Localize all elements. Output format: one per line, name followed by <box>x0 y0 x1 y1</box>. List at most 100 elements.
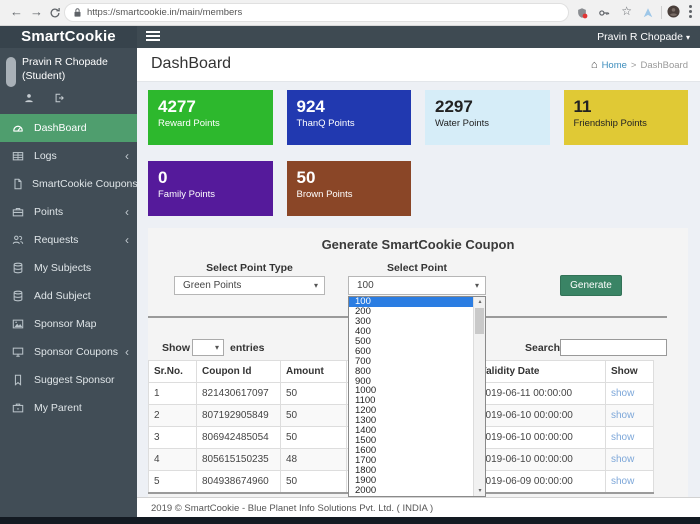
browser-forward-icon[interactable]: → <box>30 3 43 21</box>
sign-out-icon[interactable] <box>54 90 64 108</box>
sidebar-item-add-subject[interactable]: Add Subject <box>0 282 137 310</box>
sidebar-item-label: My Subjects <box>34 262 129 274</box>
dropdown-option[interactable]: 2000 <box>349 486 473 496</box>
user-dropdown[interactable]: Pravin R Chopade▾ <box>597 26 690 48</box>
monitor-icon <box>12 346 26 358</box>
bookmark-icon <box>12 374 26 386</box>
show-link[interactable]: show <box>611 388 634 399</box>
dropdown-scrollbar[interactable]: ▴ ▾ <box>473 297 485 496</box>
main-content: DashBoard ⌂ Home > DashBoard 4277Reward … <box>137 48 700 517</box>
breadcrumb-separator: > <box>631 60 637 71</box>
key-icon[interactable] <box>598 6 610 24</box>
browser-menu-icon[interactable] <box>689 5 692 20</box>
table-cell: 2019-06-10 00:00:00 <box>475 405 606 427</box>
bottom-strip <box>0 517 700 524</box>
column-header-amount: Amount <box>281 361 347 383</box>
table-cell: 804938674960 <box>197 471 281 493</box>
stat-label: Water Points <box>435 118 540 129</box>
dashboard-icon <box>12 122 26 134</box>
table-cell: 2 <box>149 405 197 427</box>
table-cell: 50 <box>281 383 347 405</box>
sidebar-item-label: Add Subject <box>34 290 129 302</box>
search-label: Search: <box>525 342 564 354</box>
sidebar-item-my-parent[interactable]: My Parent <box>0 394 137 422</box>
scrollbar-thumb[interactable] <box>475 308 484 334</box>
chevron-down-icon: ▾ <box>215 343 219 352</box>
profile-icon[interactable] <box>24 90 34 108</box>
stat-label: ThanQ Points <box>297 118 402 129</box>
table-cell: 4 <box>149 449 197 471</box>
database-icon <box>12 262 26 274</box>
page-title: DashBoard <box>151 55 231 73</box>
entries-count-select[interactable]: ▾ <box>192 339 224 356</box>
table-cell: 48 <box>281 449 347 471</box>
dropdown-option-list: 1002003004005006007008009001000110012001… <box>349 297 473 496</box>
content-header: DashBoard ⌂ Home > DashBoard <box>137 48 700 82</box>
table-cell: 5 <box>149 471 197 493</box>
case-icon <box>12 402 26 414</box>
browser-refresh-icon[interactable] <box>49 6 61 24</box>
show-cell: show <box>606 449 654 471</box>
sidebar-item-smartcookie-coupons[interactable]: SmartCookie Coupons‹ <box>0 170 137 198</box>
stat-card-water-points: 2297Water Points <box>425 90 550 145</box>
sidebar-item-my-subjects[interactable]: My Subjects <box>0 254 137 282</box>
lock-icon <box>73 7 82 18</box>
sidebar-item-label: Suggest Sponsor <box>34 374 129 386</box>
sidebar-item-label: Requests <box>34 234 125 246</box>
table-cell: 3 <box>149 427 197 449</box>
browser-back-icon[interactable]: ← <box>10 3 23 21</box>
sidebar-item-sponsor-coupons[interactable]: Sponsor Coupons‹ <box>0 338 137 366</box>
chevron-left-icon: ‹ <box>125 205 129 219</box>
address-bar[interactable]: https://smartcookie.in/main/members <box>64 3 569 22</box>
sidebar-item-label: DashBoard <box>34 122 129 134</box>
table-cell: 50 <box>281 405 347 427</box>
sidebar-item-logs[interactable]: Logs‹ <box>0 142 137 170</box>
column-header-validity-date: Validity Date <box>475 361 606 383</box>
bookmark-star-icon[interactable]: ☆ <box>621 4 632 18</box>
browser-toolbar: ← → https://smartcookie.in/main/members … <box>0 0 700 26</box>
database-icon <box>12 290 26 302</box>
extension-shield-icon[interactable] <box>576 6 588 24</box>
sidebar-item-sponsor-map[interactable]: Sponsor Map <box>0 310 137 338</box>
profile-avatar-icon[interactable] <box>667 5 680 23</box>
sidebar-item-points[interactable]: Points‹ <box>0 198 137 226</box>
show-cell: show <box>606 383 654 405</box>
sidebar: Pravin R Chopade(Student) DashBoardLogs‹… <box>0 48 137 517</box>
stat-card-friendship-points: 11Friendship Points <box>564 90 689 145</box>
stat-label: Family Points <box>158 189 263 200</box>
show-link[interactable]: show <box>611 454 634 465</box>
entries-label: entries <box>230 342 264 354</box>
point-type-label: Select Point Type <box>174 262 325 274</box>
column-header-coupon-id: Coupon Id <box>197 361 281 383</box>
hamburger-menu-icon[interactable] <box>146 31 160 43</box>
brand-logo: SmartCookie <box>0 26 137 48</box>
stat-value: 2297 <box>435 97 540 117</box>
generate-button[interactable]: Generate <box>560 275 622 296</box>
table-cell: 1 <box>149 383 197 405</box>
breadcrumb-home-link[interactable]: Home <box>602 60 627 71</box>
panel-title: Generate SmartCookie Coupon <box>148 237 688 252</box>
column-header-sr-no: Sr.No. <box>149 361 197 383</box>
point-select[interactable]: 100▾ <box>348 276 486 295</box>
stat-card-reward-points: 4277Reward Points <box>148 90 273 145</box>
show-link[interactable]: show <box>611 432 634 443</box>
show-link[interactable]: show <box>611 410 634 421</box>
sidebar-item-dashboard[interactable]: DashBoard <box>0 114 137 142</box>
show-link[interactable]: show <box>611 476 634 487</box>
show-entries-label: Show <box>162 342 190 354</box>
scroll-up-icon[interactable]: ▴ <box>474 297 486 307</box>
sidebar-item-requests[interactable]: Requests‹ <box>0 226 137 254</box>
search-input[interactable] <box>560 339 667 356</box>
sidebar-item-label: Sponsor Map <box>34 318 129 330</box>
table-cell: 50 <box>281 471 347 493</box>
dropdown-option[interactable]: 800 <box>349 367 473 377</box>
sidebar-item-suggest-sponsor[interactable]: Suggest Sponsor <box>0 366 137 394</box>
footer: 2019 © SmartCookie - Blue Planet Info So… <box>137 497 700 517</box>
point-type-select[interactable]: Green Points▾ <box>174 276 325 295</box>
scroll-down-icon[interactable]: ▾ <box>474 486 486 496</box>
stat-card-thanq-points: 924ThanQ Points <box>287 90 412 145</box>
extension-blue-icon[interactable] <box>642 6 654 24</box>
table-cell: 2019-06-10 00:00:00 <box>475 449 606 471</box>
home-icon: ⌂ <box>591 59 598 71</box>
stat-value: 11 <box>574 97 679 117</box>
